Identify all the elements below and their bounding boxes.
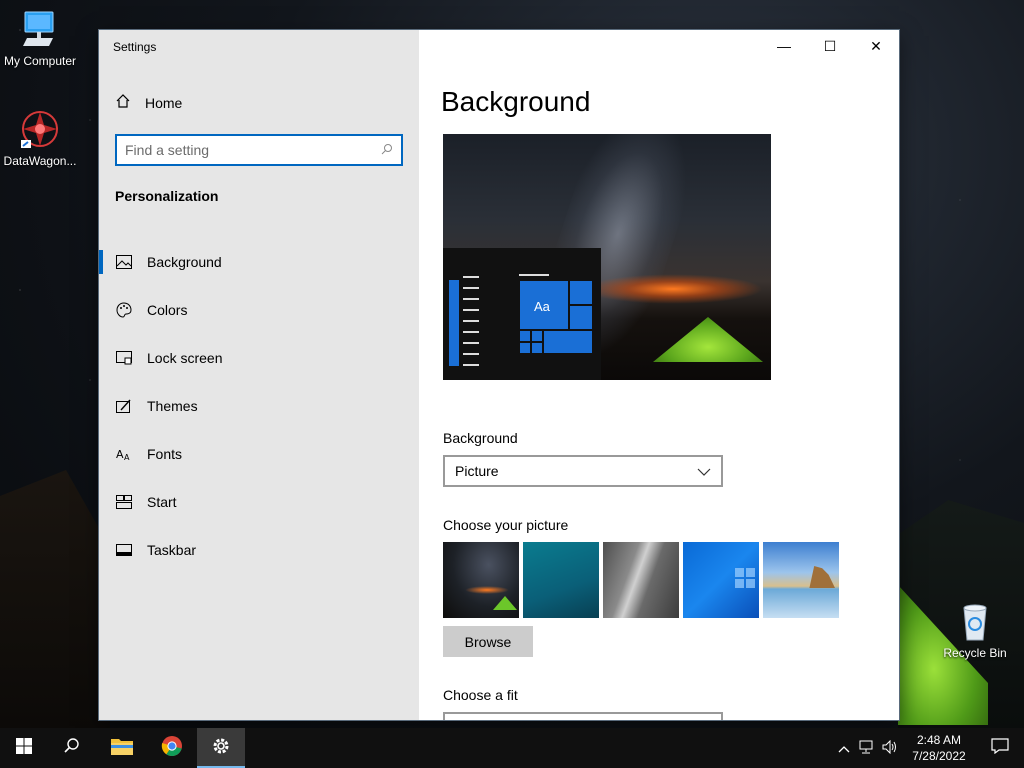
sidebar-item-colors[interactable]: Colors: [99, 286, 419, 334]
sidebar-item-lock-screen[interactable]: Lock screen: [99, 334, 419, 382]
picture-thumbnail-4[interactable]: [683, 542, 759, 618]
svg-text:A: A: [124, 453, 130, 461]
sidebar-item-themes[interactable]: Themes: [99, 382, 419, 430]
desktop-icon-datawagon[interactable]: DataWagon...: [0, 108, 80, 168]
preview-tile: [531, 342, 543, 354]
settings-content: — ☐ ✕ Background Aa Background Picture C…: [419, 30, 899, 720]
sidebar-nav: Background Colors Lock screen Themes A A…: [99, 238, 419, 574]
themes-icon: [115, 397, 133, 415]
preview-tile: [519, 330, 531, 342]
sidebar-item-start[interactable]: Start: [99, 478, 419, 526]
desktop-icon-label: My Computer: [3, 54, 77, 68]
desktop-icon-recycle-bin[interactable]: Recycle Bin: [935, 600, 1015, 660]
sidebar-item-label: Start: [147, 494, 177, 510]
recycle-bin-icon: [954, 600, 996, 642]
sidebar-item-background[interactable]: Background: [99, 238, 419, 286]
fonts-icon: AA: [115, 445, 133, 463]
maximize-button[interactable]: ☐: [807, 30, 853, 62]
taskbar-icon: [115, 541, 133, 559]
gear-icon: [211, 736, 231, 761]
clock[interactable]: 2:48 AM 7/28/2022: [910, 732, 968, 764]
choose-fit-label: Choose a fit: [443, 687, 518, 703]
preview-start-menu: Aa: [443, 248, 601, 380]
preview-tile: [531, 330, 543, 342]
chevron-down-icon: [697, 463, 711, 479]
desktop-icon-label: DataWagon...: [3, 154, 77, 168]
picture-icon: [115, 253, 133, 271]
settings-window: Settings Home Personalization Background: [99, 30, 899, 720]
preview-tent: [653, 317, 763, 362]
home-icon: [115, 93, 131, 112]
sidebar-item-label: Colors: [147, 302, 188, 318]
picture-thumbnail-1[interactable]: [443, 542, 519, 618]
notification-icon: [991, 737, 1009, 759]
datawagon-icon: [19, 108, 61, 150]
preview-tile: [569, 280, 593, 305]
window-title: Settings: [113, 40, 157, 54]
search-button[interactable]: [48, 728, 96, 768]
preview-tile-large: Aa: [519, 280, 569, 330]
preview-taskbar-column: [449, 280, 459, 366]
volume-icon[interactable]: [882, 739, 898, 757]
settings-sidebar: Settings Home Personalization Background: [99, 30, 419, 720]
preview-tile-wide: [543, 330, 593, 354]
preview-tile-text: Aa: [534, 299, 550, 314]
search-input[interactable]: [125, 142, 381, 158]
sidebar-item-label: Fonts: [147, 446, 183, 462]
picture-thumbnail-3[interactable]: [603, 542, 679, 618]
search-icon[interactable]: [381, 143, 393, 158]
desktop-icon-my-computer[interactable]: My Computer: [0, 8, 80, 68]
chevron-up-icon[interactable]: [838, 741, 850, 756]
background-type-select[interactable]: Picture: [443, 455, 723, 487]
lock-screen-icon: [115, 349, 133, 367]
preview-tile-header: [519, 274, 549, 276]
minimize-button[interactable]: —: [761, 30, 807, 62]
taskbar: 2:48 AM 7/28/2022: [0, 728, 1024, 768]
window-controls: — ☐ ✕: [761, 30, 899, 62]
preview-horizon-glow: [583, 274, 763, 304]
section-title: Personalization: [115, 188, 219, 204]
nav-home[interactable]: Home: [115, 93, 182, 112]
preview-tile: [519, 342, 531, 354]
folder-icon: [110, 736, 134, 761]
sidebar-item-taskbar[interactable]: Taskbar: [99, 526, 419, 574]
taskbar-chrome[interactable]: [148, 728, 196, 768]
chrome-icon: [161, 735, 183, 762]
fit-select[interactable]: [443, 712, 723, 720]
picture-thumbnails: [443, 542, 839, 618]
background-type-label: Background: [443, 430, 518, 446]
taskbar-file-explorer[interactable]: [98, 728, 146, 768]
sidebar-item-label: Taskbar: [147, 542, 197, 558]
network-icon[interactable]: [858, 740, 874, 757]
action-center-button[interactable]: [976, 728, 1024, 768]
desktop-icon-label: Recycle Bin: [943, 646, 1007, 660]
sidebar-item-label: Lock screen: [147, 350, 223, 366]
sidebar-item-label: Background: [147, 254, 222, 270]
background-preview: Aa: [443, 134, 771, 380]
computer-icon: [19, 8, 61, 50]
nav-home-label: Home: [145, 94, 183, 111]
sidebar-item-fonts[interactable]: AA Fonts: [99, 430, 419, 478]
search-box[interactable]: [115, 134, 403, 166]
background-type-value: Picture: [455, 463, 499, 479]
picture-thumbnail-2[interactable]: [523, 542, 599, 618]
windows-logo-icon: [16, 737, 32, 759]
browse-button[interactable]: Browse: [443, 626, 533, 657]
svg-text:A: A: [116, 448, 124, 461]
clock-date: 7/28/2022: [912, 749, 966, 763]
search-icon: [64, 737, 80, 759]
sidebar-item-label: Themes: [147, 398, 198, 414]
start-icon: [115, 493, 133, 511]
start-button[interactable]: [0, 728, 48, 768]
taskbar-settings[interactable]: [197, 728, 245, 768]
preview-tile: [569, 305, 593, 330]
clock-time: 2:48 AM: [916, 733, 962, 747]
page-title: Background: [441, 86, 591, 117]
palette-icon: [115, 301, 133, 319]
picture-thumbnail-5[interactable]: [763, 542, 839, 618]
preview-tiles: Aa: [519, 280, 593, 366]
choose-picture-label: Choose your picture: [443, 517, 569, 533]
close-button[interactable]: ✕: [853, 30, 899, 62]
preview-menu-lines: [463, 276, 479, 375]
